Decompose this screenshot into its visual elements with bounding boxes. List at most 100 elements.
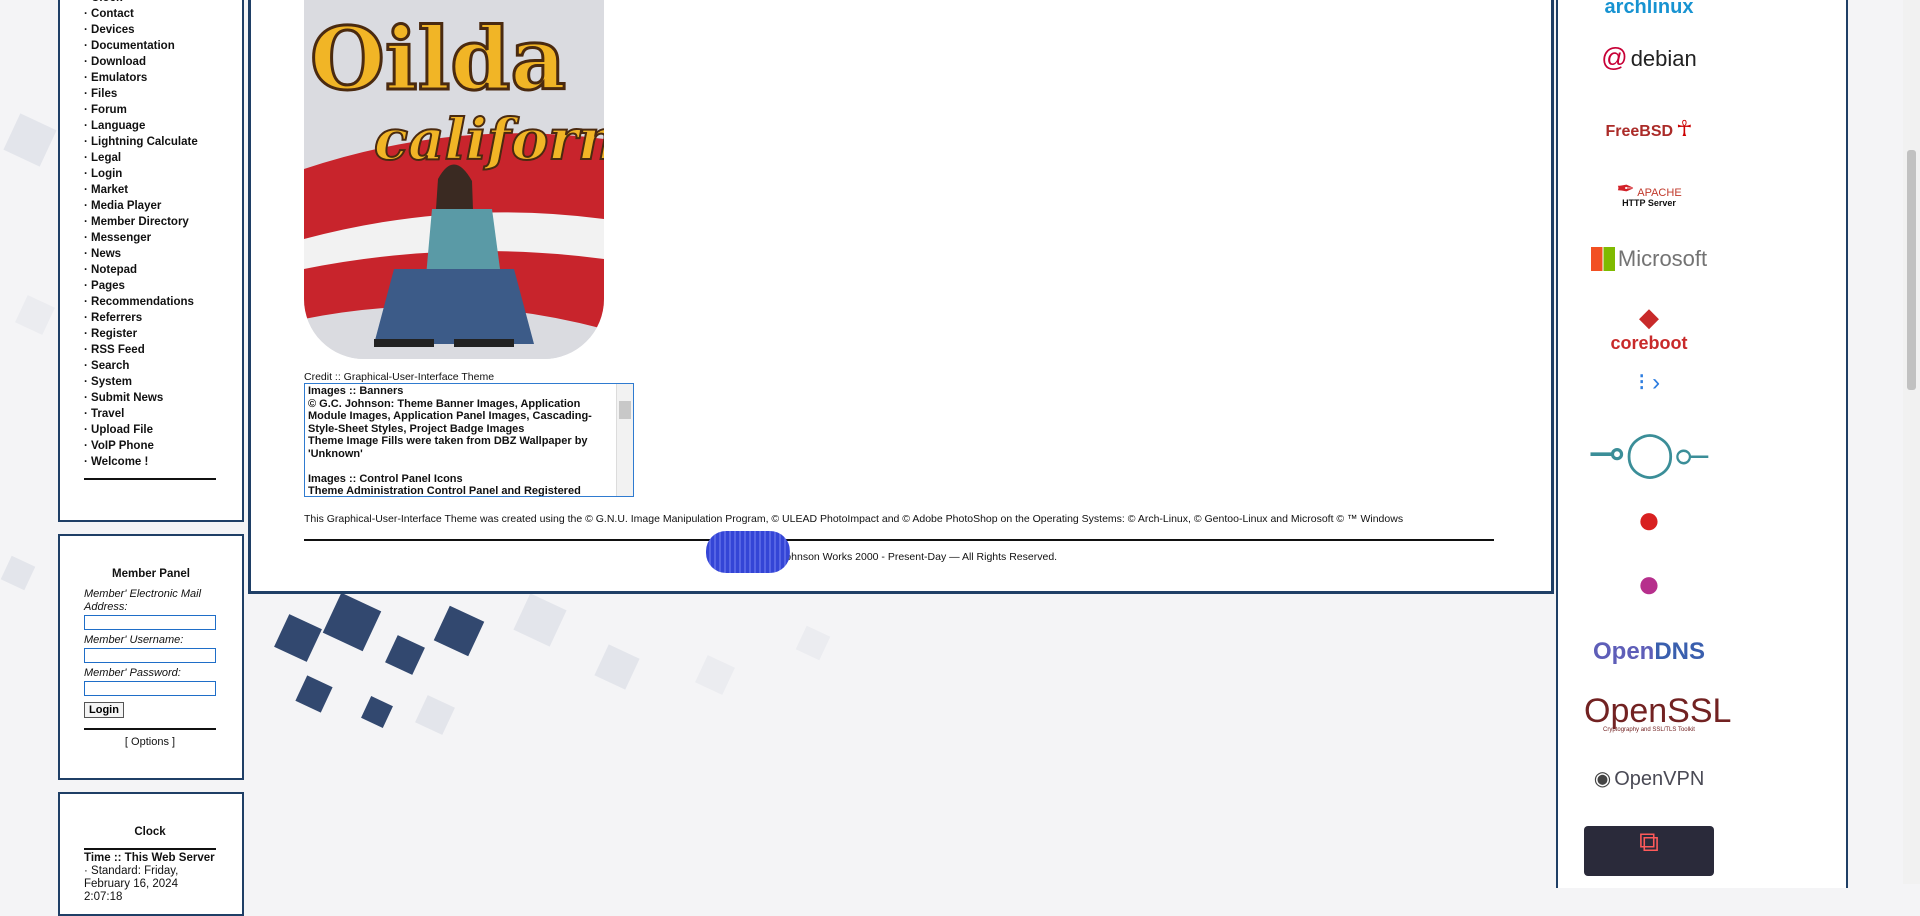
- nav-item[interactable]: Messenger: [84, 230, 242, 246]
- circles-logo[interactable]: ⊸◯⟜: [1584, 428, 1714, 479]
- nav-link[interactable]: Notepad: [91, 264, 137, 276]
- openssl-logo[interactable]: OpenSSL Cryptography and SSL/TLS Toolkit: [1584, 692, 1731, 733]
- nav-item[interactable]: Welcome !: [84, 454, 242, 470]
- lotus-logo[interactable]: ●: [1584, 562, 1714, 607]
- page-scroll-thumb[interactable]: [1907, 150, 1916, 390]
- tomato-logo[interactable]: ●: [1584, 498, 1714, 543]
- nav-item[interactable]: Forum: [84, 102, 242, 118]
- nav-list: Clock Contact Devices Documentation Download…: [60, 0, 242, 470]
- nav-item[interactable]: Market: [84, 182, 242, 198]
- nav-link[interactable]: Lightning Calculate: [91, 136, 198, 148]
- circuit-icon: ⧉: [1639, 826, 1659, 857]
- nav-link[interactable]: Emulators: [91, 72, 147, 84]
- theme-photo: Oilda californ: [304, 0, 604, 359]
- nav-link[interactable]: Login: [91, 168, 122, 180]
- credit-textarea[interactable]: Images :: Banners © G.C. Johnson: Theme …: [304, 383, 634, 497]
- nav-item[interactable]: Documentation: [84, 38, 242, 54]
- nav-link[interactable]: Media Player: [91, 200, 161, 212]
- nav-item[interactable]: Search: [84, 358, 242, 374]
- password-label: Member' Password:: [84, 667, 181, 679]
- nav-item[interactable]: RSS Feed: [84, 342, 242, 358]
- email-field[interactable]: [84, 615, 216, 630]
- nav-link[interactable]: Travel: [91, 408, 124, 420]
- nav-link[interactable]: Documentation: [91, 40, 175, 52]
- nav-link[interactable]: System: [91, 376, 132, 388]
- nav-link[interactable]: Member Directory: [91, 216, 189, 228]
- nav-link[interactable]: Language: [91, 120, 145, 132]
- opendns-logo[interactable]: OpenDNS: [1584, 638, 1714, 666]
- debian-logo[interactable]: @ debian: [1584, 42, 1714, 73]
- nav-link[interactable]: Register: [91, 328, 137, 340]
- login-form: Member' Electronic Mail Address: Member'…: [60, 580, 242, 718]
- nav-item[interactable]: Travel: [84, 406, 242, 422]
- nav-link[interactable]: Referrers: [91, 312, 142, 324]
- nav-item[interactable]: VoIP Phone: [84, 438, 242, 454]
- nav-link[interactable]: Contact: [91, 8, 134, 20]
- nav-item[interactable]: Login: [84, 166, 242, 182]
- member-panel-title: Member Panel: [112, 568, 190, 580]
- nav-link[interactable]: Legal: [91, 152, 121, 164]
- freebsd-daemon-icon: ☥: [1676, 116, 1693, 141]
- openvpn-logo[interactable]: ◉ OpenVPN: [1584, 766, 1714, 791]
- nav-item[interactable]: Recommendations: [84, 294, 242, 310]
- nav-item[interactable]: Upload File: [84, 422, 242, 438]
- openvpn-shield-icon: ◉: [1593, 768, 1612, 790]
- nav-item[interactable]: Download: [84, 54, 242, 70]
- nav-item[interactable]: Media Player: [84, 198, 242, 214]
- username-field[interactable]: [84, 648, 216, 663]
- nav-link[interactable]: Clock: [91, 0, 122, 4]
- nav-divider: [84, 478, 216, 480]
- debian-swirl-icon: @: [1601, 42, 1628, 72]
- nav-item[interactable]: Contact: [84, 6, 242, 22]
- nav-item[interactable]: Devices: [84, 22, 242, 38]
- email-label: Member' Electronic Mail Address:: [84, 588, 202, 613]
- nav-item[interactable]: Legal: [84, 150, 242, 166]
- coreboot-logo[interactable]: ◆ coreboot: [1584, 302, 1714, 354]
- credit-scrollbar[interactable]: [616, 384, 633, 496]
- nav-link[interactable]: Upload File: [91, 424, 153, 436]
- nav-item[interactable]: Files: [84, 86, 242, 102]
- options-link[interactable]: [ Options ]: [84, 728, 216, 748]
- nav-item[interactable]: Pages: [84, 278, 242, 294]
- apache-logo[interactable]: ✒ APACHE HTTP Server: [1584, 176, 1714, 208]
- nav-link[interactable]: Search: [91, 360, 129, 372]
- nav-link[interactable]: VoIP Phone: [91, 440, 154, 452]
- navigation-panel: Clock Contact Devices Documentation Download…: [58, 0, 244, 522]
- nav-link[interactable]: Market: [91, 184, 128, 196]
- nav-link[interactable]: News: [91, 248, 121, 260]
- toolkit-logo[interactable]: ⧉: [1584, 826, 1714, 876]
- redaction-scribble: [706, 531, 790, 573]
- nav-link[interactable]: Welcome !: [91, 456, 148, 468]
- dots-arrow-logo[interactable]: ⁝ ›: [1584, 368, 1714, 397]
- nav-link[interactable]: Forum: [91, 104, 127, 116]
- nav-item[interactable]: News: [84, 246, 242, 262]
- nav-item[interactable]: Emulators: [84, 70, 242, 86]
- nav-item[interactable]: System: [84, 374, 242, 390]
- password-field[interactable]: [84, 681, 216, 696]
- freebsd-logo[interactable]: FreeBSD ☥: [1584, 116, 1714, 142]
- clock-time: · Standard: Friday, February 16, 2024 2:…: [84, 865, 179, 903]
- clock-content: Time :: This Web Server · Standard: Frid…: [60, 842, 242, 904]
- nav-link[interactable]: Files: [91, 88, 117, 100]
- credit-scroll-thumb[interactable]: [619, 401, 631, 419]
- nav-link[interactable]: Pages: [91, 280, 125, 292]
- nav-link[interactable]: Messenger: [91, 232, 151, 244]
- nav-item[interactable]: Lightning Calculate: [84, 134, 242, 150]
- nav-item[interactable]: Notepad: [84, 262, 242, 278]
- nav-link[interactable]: Recommendations: [91, 296, 194, 308]
- nav-item[interactable]: Register: [84, 326, 242, 342]
- nav-item[interactable]: Submit News: [84, 390, 242, 406]
- nav-link[interactable]: Submit News: [91, 392, 163, 404]
- page-scrollbar[interactable]: [1903, 0, 1920, 884]
- nav-link[interactable]: RSS Feed: [91, 344, 145, 356]
- nav-item[interactable]: Referrers: [84, 310, 242, 326]
- microsoft-logo[interactable]: Microsoft: [1584, 246, 1714, 272]
- nav-item[interactable]: Member Directory: [84, 214, 242, 230]
- archlinux-logo[interactable]: archlinux: [1584, 0, 1714, 19]
- login-button[interactable]: Login: [84, 702, 124, 718]
- member-panel: Member Panel Member' Electronic Mail Add…: [58, 534, 244, 780]
- clock-subtitle: Time :: This Web Server: [84, 848, 216, 865]
- nav-item[interactable]: Language: [84, 118, 242, 134]
- nav-link[interactable]: Devices: [91, 24, 134, 36]
- nav-link[interactable]: Download: [91, 56, 146, 68]
